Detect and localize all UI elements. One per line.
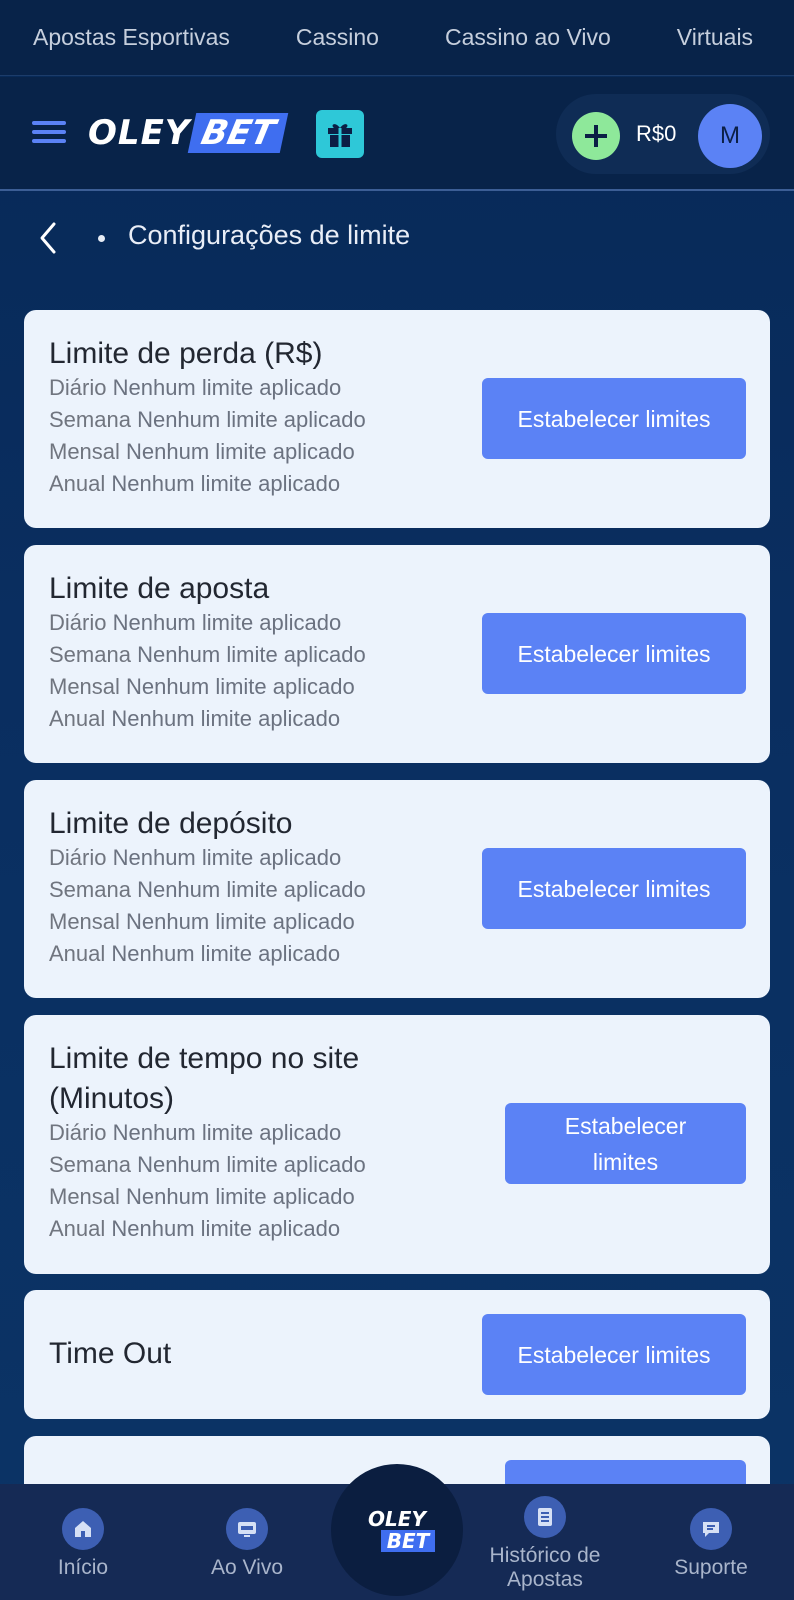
limit-row-daily: Diário Nenhum limite aplicado xyxy=(49,1120,342,1145)
limit-row-yearly: Anual Nenhum limite aplicado xyxy=(49,471,341,496)
limit-row-yearly: Anual Nenhum limite aplicado xyxy=(49,1216,341,1241)
limit-row-weekly: Semana Nenhum limite aplicado xyxy=(49,642,366,667)
card-title: Limite de tempo no site (Minutos) xyxy=(49,1042,360,1115)
limit-row-yearly: Anual Nenhum limite aplicado xyxy=(49,941,341,966)
tab-cassino[interactable]: Cassino xyxy=(263,24,412,51)
set-limits-button[interactable]: Estabelecer limites xyxy=(482,1314,746,1395)
time-limit-card: Limite de tempo no site (Minutos) Diário… xyxy=(24,1015,770,1274)
live-tv-icon xyxy=(226,1508,268,1550)
center-logo-bet: BET xyxy=(380,1530,436,1552)
time-out-card: Time Out Estabelecer limites xyxy=(24,1290,770,1419)
breadcrumb: Configurações de limite xyxy=(0,200,794,275)
limit-row-daily: Diário Nenhum limite aplicado xyxy=(49,845,342,870)
nav-ao-vivo[interactable]: Ao Vivo xyxy=(172,1508,322,1580)
nav-suporte[interactable]: Suporte xyxy=(636,1508,786,1580)
limit-row-weekly: Semana Nenhum limite aplicado xyxy=(49,1152,366,1177)
card-title: Limite de aposta xyxy=(49,572,270,605)
nav-inicio[interactable]: Início xyxy=(8,1508,158,1580)
limit-row-monthly: Mensal Nenhum limite aplicado xyxy=(49,439,355,464)
nav-historico-apostas[interactable]: Histórico de Apostas xyxy=(470,1496,620,1592)
limit-row-weekly: Semana Nenhum limite aplicado xyxy=(49,407,366,432)
top-nav: Apostas Esportivas Cassino Cassino ao Vi… xyxy=(0,0,794,76)
bottom-nav: Início Ao Vivo OLEY BET Histórico de Apo… xyxy=(0,1464,794,1600)
wallet: R$0 M xyxy=(556,94,770,174)
breadcrumb-dot xyxy=(98,235,105,242)
balance: R$0 xyxy=(636,121,677,146)
set-limits-button[interactable]: Estabelecer limites xyxy=(482,378,746,459)
nav-label: Apostas xyxy=(507,1568,583,1591)
menu-icon[interactable] xyxy=(32,121,66,145)
nav-label: Suporte xyxy=(674,1556,748,1579)
tab-apostas-esportivas[interactable]: Apostas Esportivas xyxy=(0,24,263,51)
back-icon[interactable] xyxy=(30,218,66,258)
nav-label: Histórico de xyxy=(489,1544,601,1567)
limit-row-daily: Diário Nenhum limite aplicado xyxy=(49,610,342,635)
card-title: Limite de perda (R$) xyxy=(49,337,323,370)
gift-icon[interactable] xyxy=(316,110,364,158)
card-title: Limite de depósito xyxy=(49,807,293,840)
limit-row-monthly: Mensal Nenhum limite aplicado xyxy=(49,909,355,934)
center-logo[interactable]: OLEY BET xyxy=(331,1464,463,1596)
header: OLEY BET R$0 M xyxy=(0,77,794,191)
avatar[interactable]: M xyxy=(698,104,762,168)
tab-cassino-ao-vivo[interactable]: Cassino ao Vivo xyxy=(412,24,644,51)
tab-virtuais[interactable]: Virtuais xyxy=(644,24,786,51)
logo[interactable]: OLEY BET xyxy=(88,113,290,153)
home-icon xyxy=(62,1508,104,1550)
set-limits-button[interactable]: Estabelecer limites xyxy=(482,613,746,694)
set-limits-button[interactable]: Estabelecer limites xyxy=(482,848,746,929)
set-limits-button[interactable]: Estabelecer limites xyxy=(505,1103,746,1184)
limit-row-weekly: Semana Nenhum limite aplicado xyxy=(49,877,366,902)
limit-row-monthly: Mensal Nenhum limite aplicado xyxy=(49,1184,355,1209)
center-logo-oley: OLEY xyxy=(368,1507,426,1531)
limit-row-monthly: Mensal Nenhum limite aplicado xyxy=(49,674,355,699)
deposit-plus-icon[interactable] xyxy=(572,112,620,160)
nav-label: Ao Vivo xyxy=(211,1556,283,1579)
bet-history-icon xyxy=(524,1496,566,1538)
logo-bet: BET xyxy=(188,113,290,153)
chat-support-icon xyxy=(690,1508,732,1550)
bet-limit-card: Limite de aposta Diário Nenhum limite ap… xyxy=(24,545,770,763)
logo-oley: OLEY xyxy=(88,113,191,153)
limit-row-daily: Diário Nenhum limite aplicado xyxy=(49,375,342,400)
loss-limit-card: Limite de perda (R$) Diário Nenhum limit… xyxy=(24,310,770,528)
limit-row-yearly: Anual Nenhum limite aplicado xyxy=(49,706,341,731)
nav-label: Início xyxy=(57,1556,109,1579)
deposit-limit-card: Limite de depósito Diário Nenhum limite … xyxy=(24,780,770,998)
card-title: Time Out xyxy=(49,1337,172,1370)
page-title: Configurações de limite xyxy=(128,220,411,250)
